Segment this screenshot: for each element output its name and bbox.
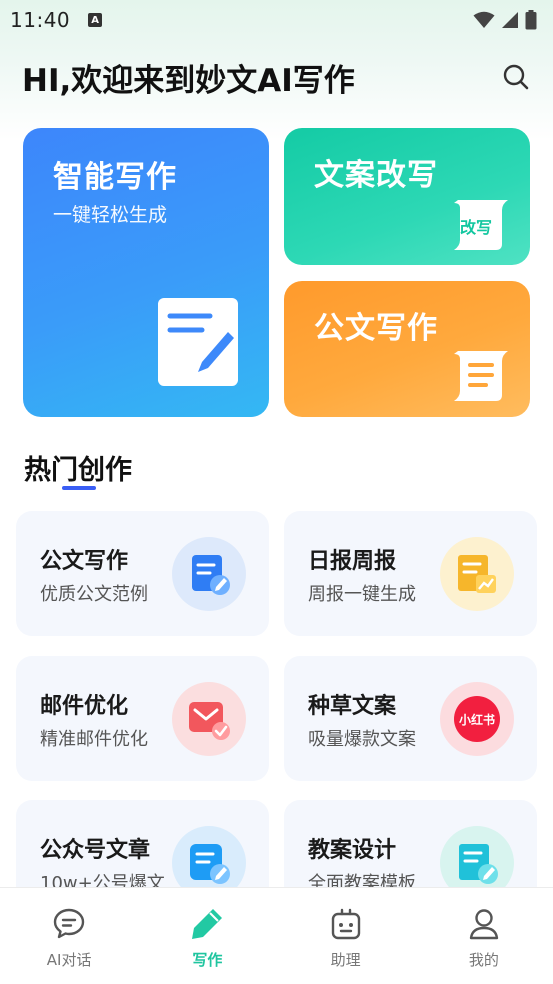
tile-title: 日报周报	[308, 549, 397, 574]
hot-section-title: 热门创作	[24, 455, 132, 486]
smart-writing-title: 智能写作	[53, 160, 177, 195]
tile-email-optimize[interactable]: 邮件优化 精准邮件优化	[16, 656, 269, 781]
document-scroll-icon	[454, 351, 508, 401]
battery-icon	[525, 10, 537, 30]
nav-assistant[interactable]: 助理	[277, 888, 415, 984]
tile-official-writing[interactable]: 公文写作 优质公文范例	[16, 511, 269, 636]
nav-label: 我的	[468, 951, 499, 969]
nav-mine[interactable]: 我的	[415, 888, 553, 984]
tile-seeding-copy[interactable]: 种草文案 吸量爆款文案 小红书	[284, 656, 537, 781]
rewrite-card[interactable]: 文案改写 改写	[284, 128, 530, 265]
rewrite-badge: 改写	[460, 218, 493, 237]
tile-title: 公众号文章	[40, 838, 151, 863]
search-icon[interactable]	[501, 62, 531, 92]
mail-check-icon	[172, 682, 246, 756]
status-time: 11:40	[10, 8, 71, 32]
note-pen-icon	[158, 298, 238, 386]
tile-subtitle: 吸量爆款文案	[308, 729, 416, 750]
tile-subtitle: 优质公文范例	[40, 584, 148, 605]
tile-subtitle: 精准邮件优化	[40, 729, 148, 750]
rewrite-title: 文案改写	[314, 158, 438, 193]
report-chart-icon	[440, 537, 514, 611]
tile-title: 公文写作	[40, 549, 129, 574]
smart-writing-card[interactable]: 智能写作 一键轻松生成	[23, 128, 269, 417]
user-icon	[466, 906, 502, 942]
section-title-underline	[62, 486, 96, 490]
nav-writing[interactable]: 写作	[138, 888, 276, 984]
nav-label: 助理	[330, 951, 361, 969]
nav-label: 写作	[192, 951, 223, 969]
tile-title: 种草文案	[308, 694, 397, 719]
nav-label: AI对话	[46, 951, 92, 969]
notification-icon: A	[88, 13, 103, 27]
smart-writing-subtitle: 一键轻松生成	[53, 204, 168, 226]
header: HI,欢迎来到妙文AI写作	[0, 52, 553, 102]
bottom-nav: AI对话 写作 助理 我的	[0, 887, 553, 984]
status-bar: 11:40 A	[0, 0, 553, 40]
tile-title: 教案设计	[308, 838, 397, 863]
chat-bubble-icon	[51, 906, 87, 942]
tile-subtitle: 周报一键生成	[308, 584, 416, 605]
wifi-icon	[473, 11, 495, 28]
xiaohongshu-icon: 小红书	[440, 682, 514, 756]
tile-title: 邮件优化	[40, 694, 129, 719]
official-writing-title: 公文写作	[314, 311, 438, 346]
robot-icon	[328, 906, 364, 942]
official-writing-card[interactable]: 公文写作	[284, 281, 530, 417]
xiaohongshu-badge: 小红书	[458, 712, 495, 727]
tile-daily-weekly-report[interactable]: 日报周报 周报一键生成	[284, 511, 537, 636]
signal-icon	[502, 12, 518, 28]
nav-ai-chat[interactable]: AI对话	[0, 888, 138, 984]
pen-icon	[189, 906, 225, 942]
document-pen-icon	[172, 537, 246, 611]
page-title: HI,欢迎来到妙文AI写作	[22, 62, 355, 99]
